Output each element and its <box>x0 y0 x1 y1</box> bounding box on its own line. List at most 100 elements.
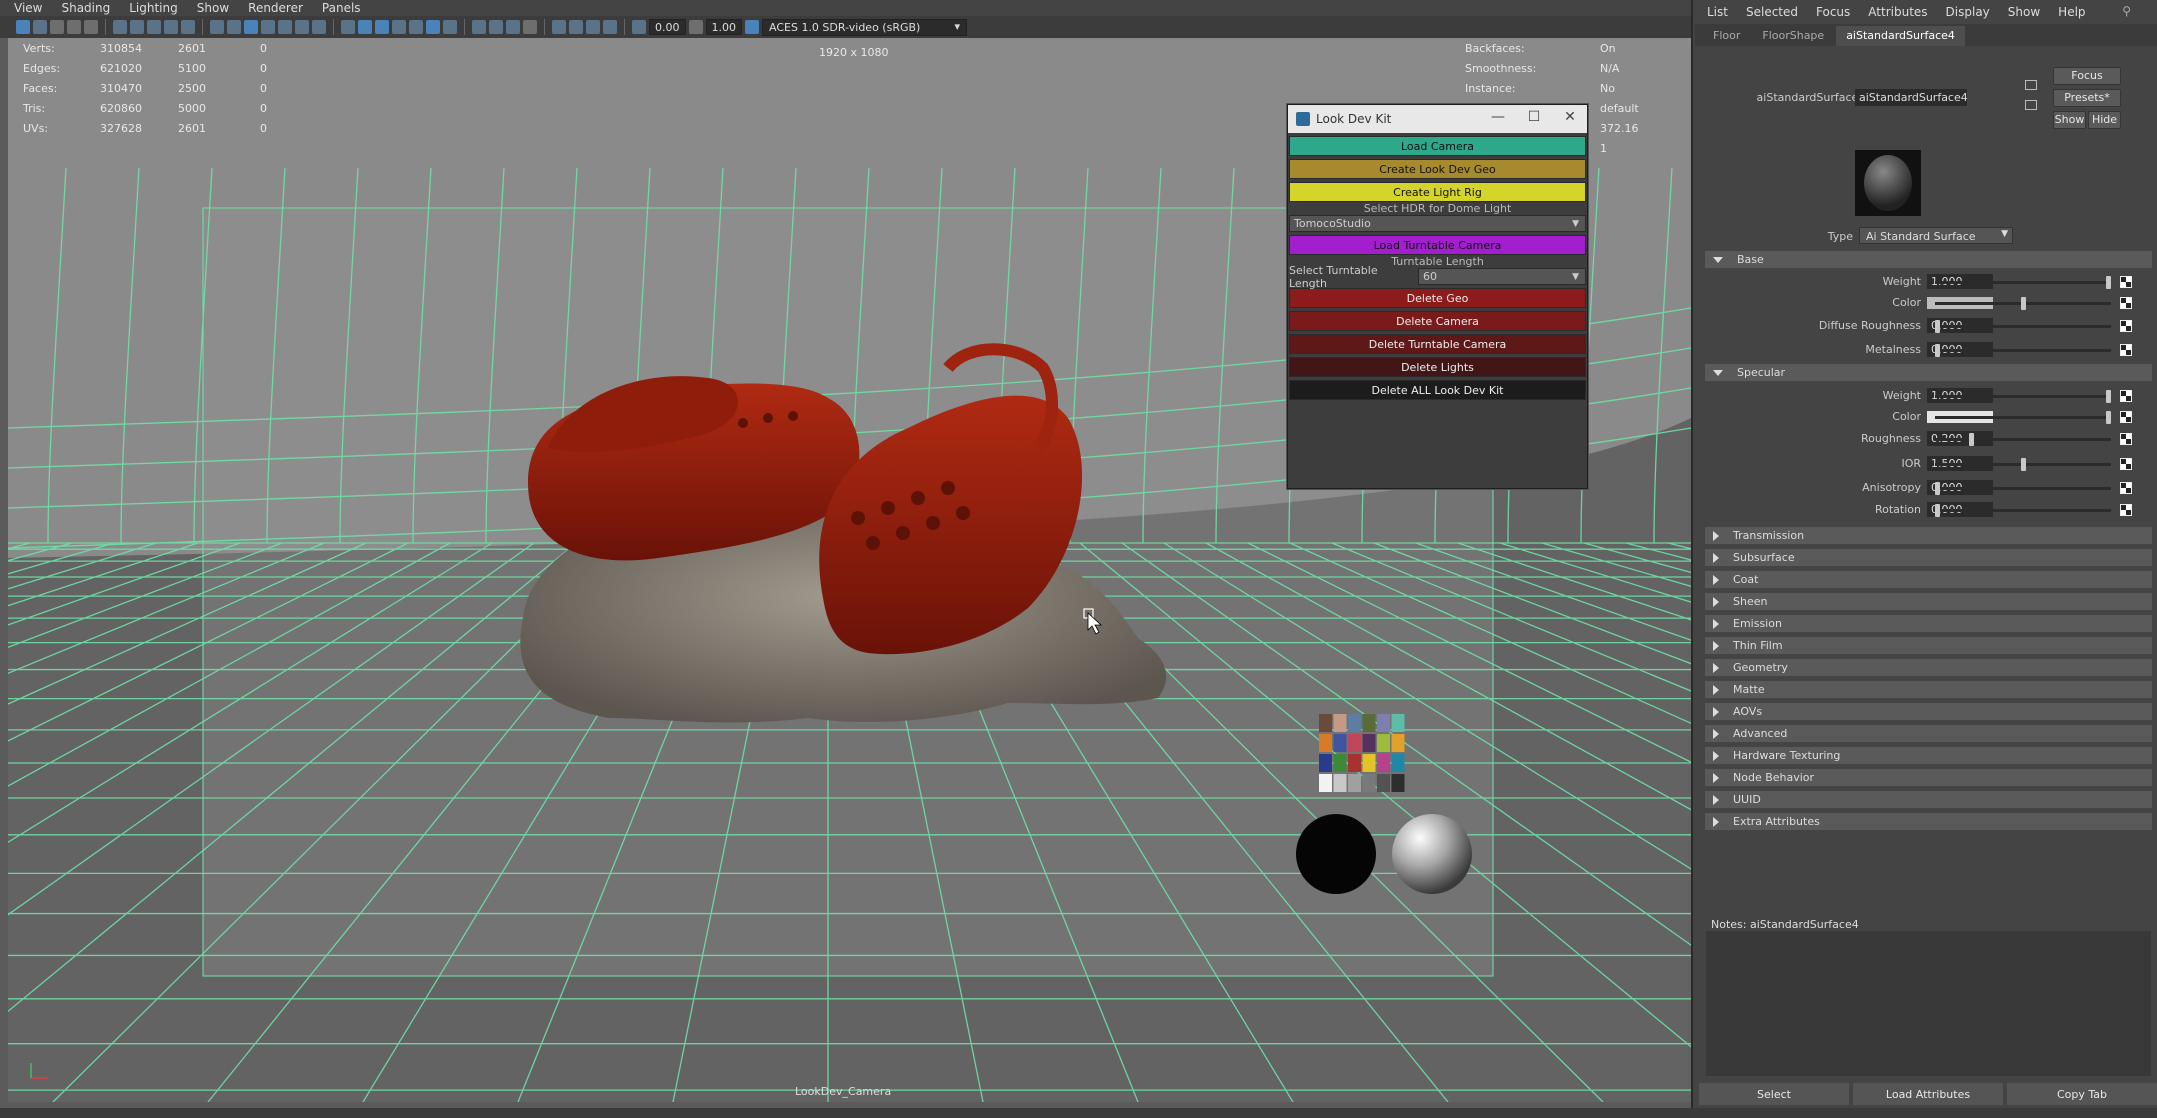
metalness-slider[interactable] <box>1935 344 2111 357</box>
create-look-dev-geo-button[interactable]: Create Look Dev Geo <box>1289 159 1586 179</box>
minimize-icon[interactable]: — <box>1488 109 1508 125</box>
map-texture-icon[interactable] <box>2120 390 2132 402</box>
tab-floor[interactable]: Floor <box>1703 26 1751 46</box>
focus-button[interactable]: Focus <box>2053 67 2121 85</box>
menu-shading[interactable]: Shading <box>61 1 110 15</box>
image-plane-icon[interactable] <box>67 20 81 34</box>
section-base[interactable]: Base <box>1705 251 2152 268</box>
show-button[interactable]: Show <box>2053 111 2086 129</box>
field-chart-icon[interactable] <box>278 20 292 34</box>
lock-camera-icon[interactable] <box>147 20 161 34</box>
map-texture-icon[interactable] <box>2120 411 2132 423</box>
hdr-dropdown[interactable]: TomocoStudio ▼ <box>1289 215 1586 232</box>
safe-action-icon[interactable] <box>295 20 309 34</box>
select-button[interactable]: Select <box>1699 1083 1849 1105</box>
safe-title-icon[interactable] <box>312 20 326 34</box>
specular-ior-slider[interactable] <box>1935 458 2111 471</box>
specular-color-slider[interactable] <box>1935 411 2111 424</box>
menu-selected[interactable]: Selected <box>1746 5 1798 19</box>
film-gate-icon[interactable] <box>130 20 144 34</box>
map-texture-icon[interactable] <box>2120 297 2132 309</box>
material-swatch-preview[interactable] <box>1855 150 1921 216</box>
section-coat[interactable]: Coat <box>1705 571 2152 588</box>
resolution-gate-toggle-icon[interactable] <box>244 20 258 34</box>
section-matte[interactable]: Matte <box>1705 681 2152 698</box>
section-uuid[interactable]: UUID <box>1705 791 2152 808</box>
delete-camera-button[interactable]: Delete Camera <box>1289 311 1586 331</box>
menu-show[interactable]: Show <box>2008 5 2040 19</box>
isolate-select-icon[interactable] <box>552 20 566 34</box>
menu-display[interactable]: Display <box>1946 5 1990 19</box>
turntable-length-dropdown[interactable]: 60 ▼ <box>1418 268 1586 285</box>
depth-of-field-icon[interactable] <box>523 20 537 34</box>
delete-lights-button[interactable]: Delete Lights <box>1289 357 1586 377</box>
bookmark-icon[interactable] <box>50 20 64 34</box>
section-emission[interactable]: Emission <box>1705 615 2152 632</box>
textured-icon[interactable] <box>375 20 389 34</box>
tab-floorshape[interactable]: FloorShape <box>1752 26 1835 46</box>
node-name-field[interactable]: aiStandardSurface4 <box>1855 89 1968 106</box>
delete-all-look-dev-kit-button[interactable]: Delete ALL Look Dev Kit <box>1289 380 1586 400</box>
look-dev-kit-window[interactable]: Look Dev Kit — ☐ ✕ Load Camera Create Lo… <box>1287 104 1588 489</box>
maximize-icon[interactable]: ☐ <box>1524 109 1544 125</box>
slider-handle[interactable] <box>2106 390 2111 403</box>
map-texture-icon[interactable] <box>2120 433 2132 445</box>
section-thin-film[interactable]: Thin Film <box>1705 637 2152 654</box>
hud-icon[interactable] <box>569 20 583 34</box>
window-titlebar[interactable]: Look Dev Kit — ☐ ✕ <box>1288 105 1587 133</box>
use-all-lights-icon[interactable] <box>392 20 406 34</box>
xray-icon[interactable] <box>426 20 440 34</box>
film-gate-toggle-icon[interactable] <box>227 20 241 34</box>
slider-handle[interactable] <box>1935 482 1940 495</box>
view-transform-dropdown[interactable]: ACES 1.0 SDR-video (sRGB) ▾ <box>762 18 967 36</box>
slider-handle[interactable] <box>1935 320 1940 333</box>
slider-handle[interactable] <box>2106 411 2111 424</box>
tab-aistandardsurface4[interactable]: aiStandardSurface4 <box>1836 26 1965 46</box>
select-camera-icon[interactable] <box>16 20 30 34</box>
section-advanced[interactable]: Advanced <box>1705 725 2152 742</box>
gamma-field[interactable]: 1.00 <box>705 19 742 35</box>
slider-handle[interactable] <box>1935 344 1940 357</box>
input-connection-icon[interactable] <box>2025 80 2037 90</box>
grease-pencil-icon[interactable] <box>113 20 127 34</box>
specular-weight-slider[interactable] <box>1935 390 2111 403</box>
menu-focus[interactable]: Focus <box>1816 5 1850 19</box>
slider-handle[interactable] <box>2020 297 2026 310</box>
close-icon[interactable]: ✕ <box>1560 109 1580 125</box>
specular-anisotropy-slider[interactable] <box>1935 482 2111 495</box>
load-attributes-button[interactable]: Load Attributes <box>1853 1083 2003 1105</box>
map-texture-icon[interactable] <box>2120 504 2132 516</box>
delete-turntable-camera-button[interactable]: Delete Turntable Camera <box>1289 334 1586 354</box>
exposure-field[interactable]: 0.00 <box>649 19 686 35</box>
section-geometry[interactable]: Geometry <box>1705 659 2152 676</box>
menu-show[interactable]: Show <box>197 1 229 15</box>
output-connection-icon[interactable] <box>2025 100 2037 110</box>
load-camera-button[interactable]: Load Camera <box>1289 136 1586 156</box>
load-turntable-camera-button[interactable]: Load Turntable Camera <box>1289 235 1586 255</box>
menu-attributes[interactable]: Attributes <box>1868 5 1927 19</box>
slider-handle[interactable] <box>1969 433 1975 446</box>
map-texture-icon[interactable] <box>2120 482 2132 494</box>
section-specular[interactable]: Specular <box>1705 364 2152 381</box>
diffuse-roughness-slider[interactable] <box>1935 320 2111 333</box>
type-dropdown[interactable]: Ai Standard Surface ▼ <box>1859 227 2013 244</box>
xray-joints-icon[interactable] <box>443 20 457 34</box>
section-hardware-texturing[interactable]: Hardware Texturing <box>1705 747 2152 764</box>
slider-handle[interactable] <box>2106 276 2111 289</box>
pen-icon[interactable] <box>181 20 195 34</box>
wireframe-icon[interactable] <box>341 20 355 34</box>
ambient-occlusion-icon[interactable] <box>472 20 486 34</box>
section-node-behavior[interactable]: Node Behavior <box>1705 769 2152 786</box>
map-texture-icon[interactable] <box>2120 344 2132 356</box>
exposure-icon[interactable] <box>632 20 646 34</box>
grid-icon[interactable] <box>210 20 224 34</box>
gamma-icon[interactable] <box>688 20 703 34</box>
smooth-shade-icon[interactable] <box>358 20 372 34</box>
hide-button[interactable]: Hide <box>2088 111 2121 129</box>
section-aovs[interactable]: AOVs <box>1705 703 2152 720</box>
specular-roughness-slider[interactable] <box>1935 433 2111 446</box>
menu-help[interactable]: Help <box>2058 5 2085 19</box>
notes-textarea[interactable] <box>1706 931 2151 1076</box>
section-extra-attributes[interactable]: Extra Attributes <box>1705 813 2152 830</box>
2d-pan-icon[interactable] <box>84 20 98 34</box>
